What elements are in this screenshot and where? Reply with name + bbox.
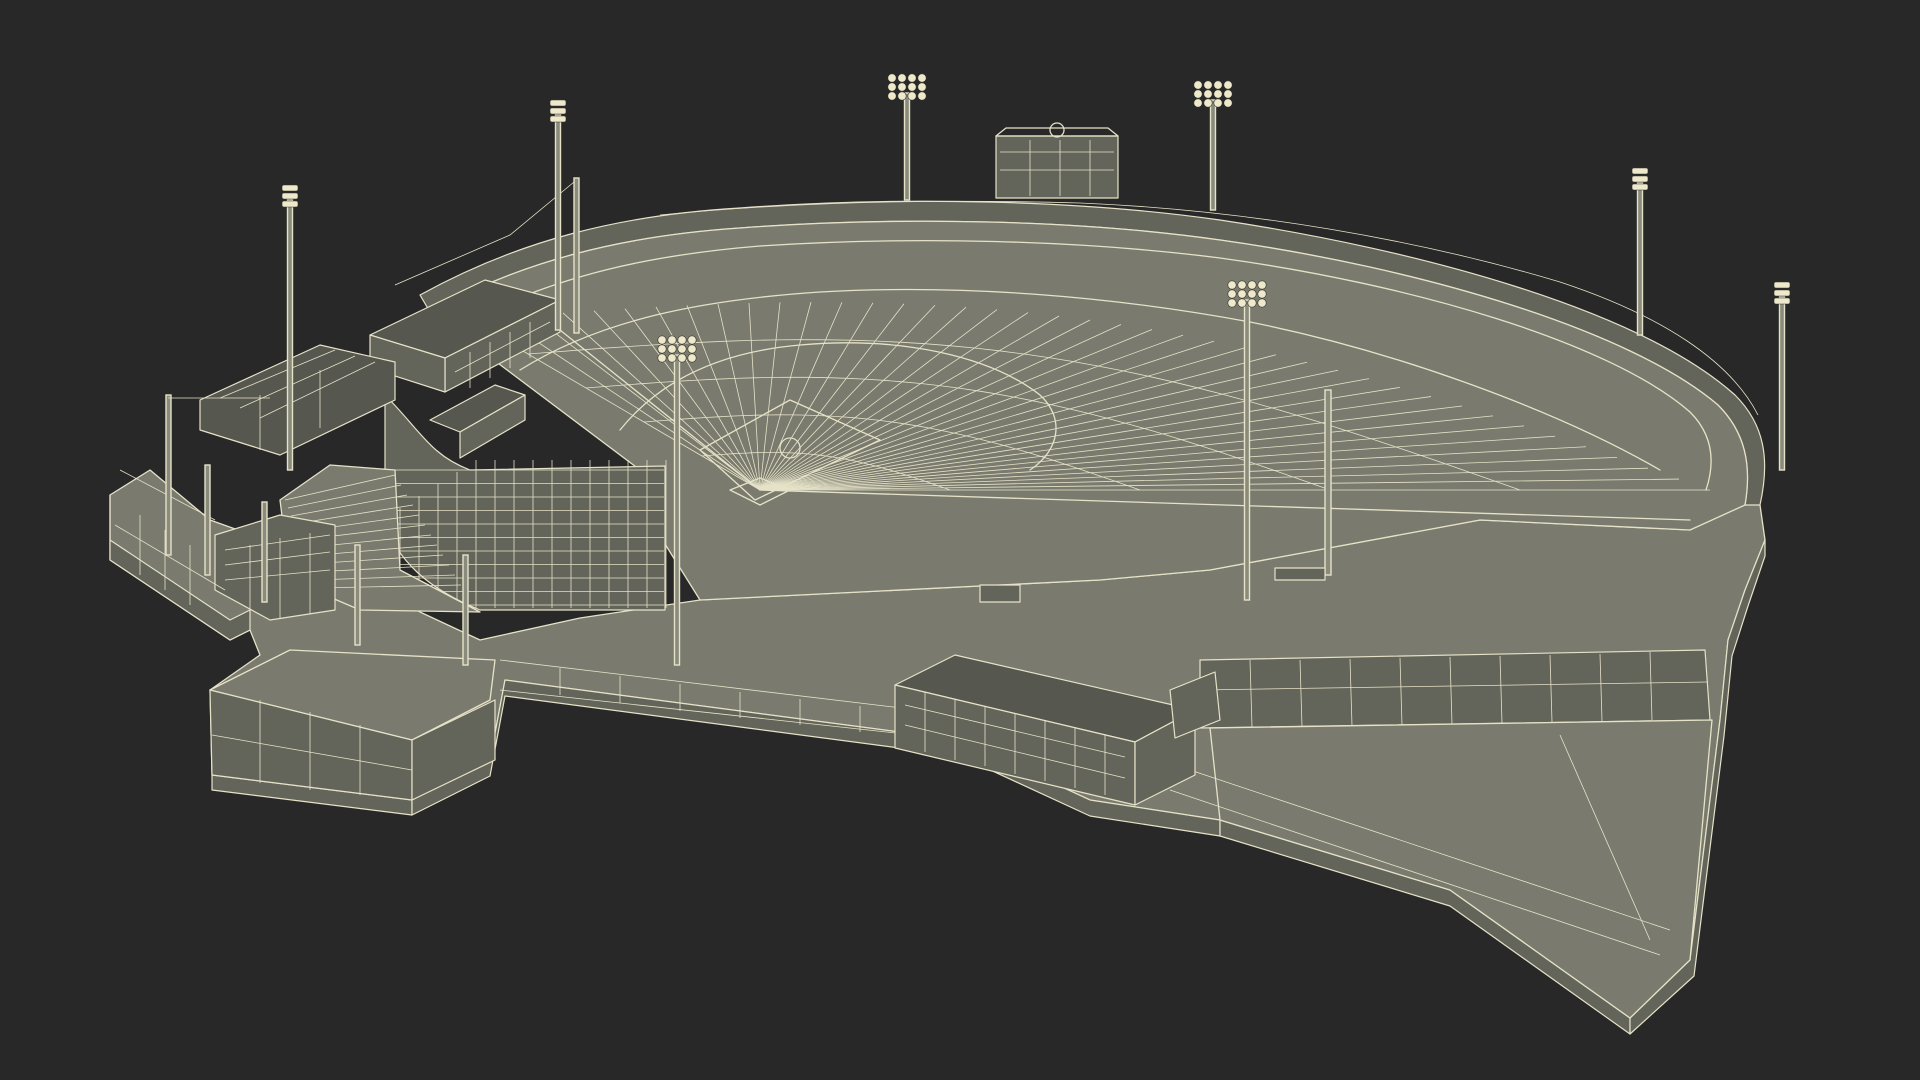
mast xyxy=(462,554,469,666)
stadium-wireframe-model xyxy=(109,73,1791,1035)
floodlight-lamp xyxy=(1773,289,1791,297)
floodlight-lamp xyxy=(897,91,907,101)
floodlight-lamp xyxy=(907,91,917,101)
floodlight-lamp xyxy=(1773,297,1791,305)
floodlight-lamp xyxy=(1223,89,1233,99)
dugout xyxy=(979,584,1021,603)
floodlight-lamp xyxy=(549,107,567,115)
floodlight-lamp xyxy=(917,91,927,101)
floodlight-lamp xyxy=(1203,98,1213,108)
floodlight-lamp xyxy=(1773,281,1791,289)
floodlight-lamp xyxy=(907,82,917,92)
scoreboard xyxy=(995,122,1119,199)
scoreboard-panel xyxy=(995,135,1119,199)
floodlight-lamp xyxy=(887,73,897,83)
light-tower xyxy=(1631,167,1649,336)
floodlight-lamp xyxy=(907,73,917,83)
floodlight-lamp xyxy=(887,91,897,101)
floodlight-lamp xyxy=(1203,80,1213,90)
light-tower-pole xyxy=(903,92,911,201)
floodlight-lamp xyxy=(1193,98,1203,108)
floodlight-lamp xyxy=(1193,80,1203,90)
floodlight-lamp xyxy=(667,335,677,345)
render-viewport xyxy=(0,0,1920,1080)
mast xyxy=(261,501,268,603)
floodlight-lamp xyxy=(917,82,927,92)
mast xyxy=(573,177,580,334)
light-tower-pole xyxy=(673,354,681,666)
floodlight-lamp xyxy=(897,73,907,83)
light-tower-pole xyxy=(1778,296,1786,471)
floodlight-lamp xyxy=(1631,183,1649,191)
scoreboard-logo-icon xyxy=(1049,122,1065,138)
floodlight-lamp xyxy=(1237,289,1247,299)
floodlight-lamp xyxy=(687,344,697,354)
floodlight-lamp xyxy=(1227,280,1237,290)
mast xyxy=(204,464,211,576)
floodlight-lamp xyxy=(549,99,567,107)
floodlight-lamp xyxy=(1247,298,1257,308)
floodlight-lamp xyxy=(1631,167,1649,175)
floodlight-lamp xyxy=(1213,98,1223,108)
floodlight-lamp xyxy=(1257,280,1267,290)
floodlight-lamp xyxy=(677,335,687,345)
dugout xyxy=(1274,567,1326,581)
light-tower-pole xyxy=(1636,182,1644,336)
light-tower-pole xyxy=(286,199,294,471)
light-tower xyxy=(1193,80,1233,211)
floodlight-lamp xyxy=(1227,298,1237,308)
floodlight-lamp xyxy=(1213,80,1223,90)
floodlight-lamp xyxy=(677,344,687,354)
floodlight-lamp xyxy=(667,353,677,363)
floodlight-lamp xyxy=(657,335,667,345)
floodlight-lamp xyxy=(1213,89,1223,99)
floodlight-lamp xyxy=(281,200,299,208)
floodlight-lamp xyxy=(657,353,667,363)
left-plaza xyxy=(209,649,496,801)
floodlight-lamp xyxy=(1247,280,1257,290)
floodlight-lamp xyxy=(687,335,697,345)
floodlight-lamp xyxy=(1237,280,1247,290)
floodlight-lamp xyxy=(687,353,697,363)
floodlight-lamp xyxy=(1223,80,1233,90)
mast xyxy=(165,394,172,556)
light-tower-pole xyxy=(554,114,562,331)
mast xyxy=(354,544,361,646)
right-field-lawn xyxy=(1209,719,1713,1019)
mast xyxy=(1324,389,1332,576)
floodlight-lamp xyxy=(657,344,667,354)
floodlight-lamp xyxy=(281,184,299,192)
floodlight-lamp xyxy=(1237,298,1247,308)
floodlight-lamp xyxy=(887,82,897,92)
floodlight-lamp xyxy=(1247,289,1257,299)
light-tower xyxy=(887,73,927,201)
scoreboard-top-rail xyxy=(995,127,1119,137)
floodlight-lamp xyxy=(1257,289,1267,299)
floodlight-lamp xyxy=(897,82,907,92)
light-tower-pole xyxy=(1243,299,1251,601)
floodlight-lamp xyxy=(667,344,677,354)
floodlight-lamp xyxy=(1227,289,1237,299)
floodlight-lamp xyxy=(281,192,299,200)
floodlight-lamp xyxy=(1223,98,1233,108)
floodlight-lamp xyxy=(1257,298,1267,308)
floodlight-lamp xyxy=(677,353,687,363)
floodlight-lamp xyxy=(1193,89,1203,99)
light-tower-pole xyxy=(1209,99,1217,211)
light-tower xyxy=(1773,281,1791,471)
floodlight-lamp xyxy=(917,73,927,83)
floodlight-lamp xyxy=(1203,89,1213,99)
floodlight-lamp xyxy=(549,115,567,123)
floodlight-lamp xyxy=(1631,175,1649,183)
